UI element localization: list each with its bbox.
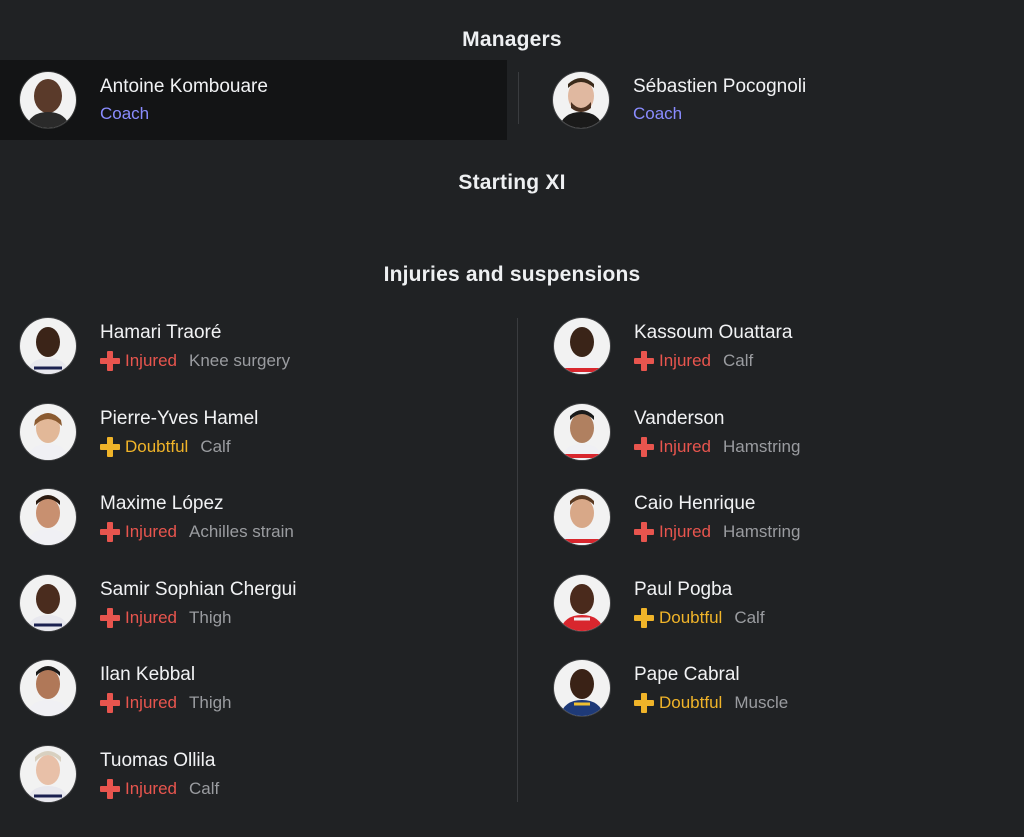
player-name[interactable]: Paul Pogba (634, 579, 765, 601)
injury-reason: Thigh (188, 692, 232, 712)
injured-cross-icon (100, 778, 120, 799)
avatar (20, 660, 76, 716)
player-name[interactable]: Kassoum Ouattara (634, 322, 792, 344)
injury-reason: Calf (200, 436, 231, 456)
player-row[interactable]: Ilan Kebbal Injured Thigh (20, 660, 232, 716)
player-row[interactable]: Pierre-Yves Hamel Doubtful Calf (20, 404, 258, 460)
player-name[interactable]: Caio Henrique (634, 493, 800, 515)
injury-reason: Knee surgery (188, 350, 291, 370)
player-row[interactable]: Hamari Traoré Injured Knee surgery (20, 318, 290, 374)
player-row[interactable]: Maxime López Injured Achilles strain (20, 489, 294, 545)
avatar (20, 318, 76, 374)
injuries-heading: Injuries and suspensions (383, 263, 641, 286)
avatar (554, 660, 610, 716)
managers-heading: Managers (462, 28, 562, 51)
player-name[interactable]: Maxime López (100, 493, 294, 515)
player-name[interactable]: Ilan Kebbal (100, 664, 232, 686)
player-row[interactable]: Samir Sophian Chergui Injured Thigh (20, 575, 296, 631)
manager-row-pocognoli[interactable]: Sébastien Pocognoli Coach (553, 72, 806, 128)
status-label: Injured (659, 350, 711, 370)
manager-role: Coach (633, 104, 683, 123)
injury-reason: Calf (188, 778, 220, 798)
injury-reason: Muscle (734, 692, 789, 712)
player-row[interactable]: Tuomas Ollila Injured Calf (20, 746, 219, 802)
injury-reason: Hamstring (722, 521, 801, 541)
status-label: Doubtful (659, 692, 723, 712)
injured-cross-icon (100, 607, 120, 628)
avatar (553, 72, 609, 128)
player-row[interactable]: Pape Cabral Doubtful Muscle (554, 660, 788, 716)
player-row[interactable]: Vanderson Injured Hamstring (554, 404, 800, 460)
manager-name[interactable]: Antoine Kombouare (100, 76, 268, 98)
avatar (20, 489, 76, 545)
injured-cross-icon (634, 521, 654, 542)
doubtful-cross-icon (634, 692, 654, 713)
player-row[interactable]: Kassoum Ouattara Injured Calf (554, 318, 792, 374)
player-name[interactable]: Tuomas Ollila (100, 750, 219, 772)
starting-xi-heading: Starting XI (458, 171, 566, 194)
status-label: Injured (125, 350, 177, 370)
managers-divider (518, 72, 519, 124)
player-row[interactable]: Caio Henrique Injured Hamstring (554, 489, 800, 545)
player-name[interactable]: Pape Cabral (634, 664, 788, 686)
manager-role: Coach (100, 104, 150, 123)
doubtful-cross-icon (100, 436, 120, 457)
injury-reason: Calf (722, 350, 754, 370)
status-label: Injured (125, 607, 177, 627)
injuries-divider (517, 318, 518, 802)
status-label: Injured (659, 521, 711, 541)
status-label: Injured (125, 692, 177, 712)
player-name[interactable]: Hamari Traoré (100, 322, 290, 344)
injured-cross-icon (634, 436, 654, 457)
avatar (20, 72, 76, 128)
injury-reason: Hamstring (722, 436, 801, 456)
avatar (554, 404, 610, 460)
injured-cross-icon (100, 692, 120, 713)
status-label: Injured (659, 436, 711, 456)
player-name[interactable]: Pierre-Yves Hamel (100, 408, 258, 430)
injured-cross-icon (100, 521, 120, 542)
avatar (554, 575, 610, 631)
player-name[interactable]: Vanderson (634, 408, 800, 430)
avatar (554, 489, 610, 545)
avatar (554, 318, 610, 374)
injury-reason: Achilles strain (188, 521, 294, 541)
injured-cross-icon (100, 350, 120, 371)
status-label: Doubtful (125, 436, 189, 456)
injury-reason: Calf (734, 607, 765, 627)
manager-row-kombouare[interactable]: Antoine Kombouare Coach (20, 72, 268, 128)
doubtful-cross-icon (634, 607, 654, 628)
player-name[interactable]: Samir Sophian Chergui (100, 579, 296, 601)
avatar (20, 404, 76, 460)
avatar (20, 746, 76, 802)
manager-name[interactable]: Sébastien Pocognoli (633, 76, 806, 98)
status-label: Doubtful (659, 607, 723, 627)
injury-reason: Thigh (188, 607, 232, 627)
avatar (20, 575, 76, 631)
player-row[interactable]: Paul Pogba Doubtful Calf (554, 575, 765, 631)
status-label: Injured (125, 521, 177, 541)
injured-cross-icon (634, 350, 654, 371)
status-label: Injured (125, 778, 177, 798)
